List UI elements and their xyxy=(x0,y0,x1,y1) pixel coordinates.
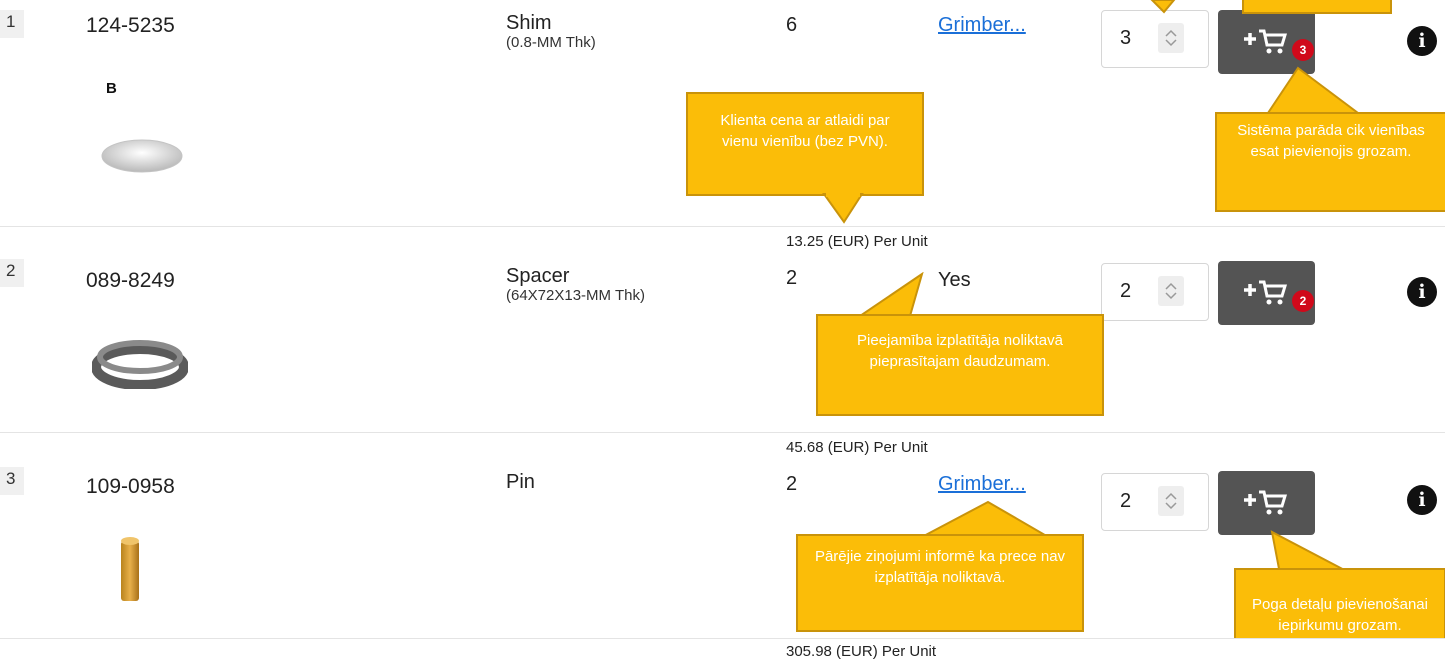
availability-status: Yes xyxy=(938,269,971,291)
row-index: 1 xyxy=(0,10,24,38)
add-to-cart-button[interactable]: 2 xyxy=(1218,261,1315,325)
required-qty: 6 xyxy=(786,14,798,36)
cart-callout-pointer xyxy=(1264,66,1365,117)
cart-count-callout: Sistēma parāda cik vienības esat pievien… xyxy=(1215,112,1445,212)
part-name: Shim xyxy=(506,12,552,34)
price-row: 45.68 (EUR) Per Unit xyxy=(0,432,1445,459)
image-label: B xyxy=(106,80,117,97)
quantity-stepper[interactable]: 3 xyxy=(1101,10,1209,68)
row-index: 2 xyxy=(0,259,24,287)
shim-image xyxy=(101,139,183,173)
price-callout-pointer xyxy=(822,192,864,224)
callout-pointer-top xyxy=(1150,0,1176,14)
part-spec: (0.8-MM Thk) xyxy=(506,34,596,51)
info-icon[interactable]: i xyxy=(1407,277,1437,307)
price-row: 13.25 (EUR) Per Unit xyxy=(0,226,1445,253)
part-description: Pin xyxy=(506,471,535,493)
add-to-cart-button[interactable]: 3 xyxy=(1218,10,1315,74)
unit-price: 305.98 (EUR) Per Unit xyxy=(786,643,937,660)
info-icon[interactable]: i xyxy=(1407,26,1437,56)
part-number: 089-8249 xyxy=(86,269,175,292)
spacer-image xyxy=(92,340,188,389)
quantity-stepper[interactable]: 2 xyxy=(1101,473,1209,531)
part-number: 124-5235 xyxy=(86,14,175,37)
pin-image xyxy=(121,537,139,601)
info-icon[interactable]: i xyxy=(1407,485,1437,515)
add-to-cart-button[interactable] xyxy=(1218,471,1315,535)
row-index: 3 xyxy=(0,467,24,495)
quantity-value: 2 xyxy=(1120,280,1132,302)
part-description: Shim (0.8-MM Thk) xyxy=(506,12,596,52)
unit-price: 45.68 (EUR) Per Unit xyxy=(786,439,928,456)
availability-link[interactable]: Grimber... xyxy=(938,473,1026,496)
stepper-arrows-icon[interactable] xyxy=(1158,276,1184,306)
price-row: 305.98 (EUR) Per Unit xyxy=(0,638,1445,665)
part-number: 109-0958 xyxy=(86,475,175,498)
quantity-value: 3 xyxy=(1120,27,1132,49)
cart-plus-icon xyxy=(1244,280,1288,305)
part-name: Pin xyxy=(506,471,535,493)
stock-callout: Pieejamība izplatītāja noliktavā piepras… xyxy=(816,314,1104,416)
part-name: Spacer xyxy=(506,265,570,287)
cart-plus-icon xyxy=(1244,29,1288,54)
required-qty: 2 xyxy=(786,473,798,495)
cart-count-badge: 3 xyxy=(1292,39,1314,61)
unit-price: 13.25 (EUR) Per Unit xyxy=(786,233,928,250)
stepper-arrows-icon[interactable] xyxy=(1158,486,1184,516)
cart-plus-icon xyxy=(1244,490,1288,515)
stock-callout-pointer xyxy=(856,272,924,317)
required-qty: 2 xyxy=(786,267,798,289)
availability-link[interactable]: Grimber... xyxy=(938,14,1026,37)
callout-top-partial xyxy=(1242,0,1392,14)
other-messages-callout: Pārējie ziņojumi informē ka prece nav iz… xyxy=(796,534,1084,632)
part-spec: (64X72X13-MM Thk) xyxy=(506,287,645,304)
cart-count-badge: 2 xyxy=(1292,290,1314,312)
quantity-stepper[interactable]: 2 xyxy=(1101,263,1209,321)
part-description: Spacer (64X72X13-MM Thk) xyxy=(506,265,645,305)
quantity-value: 2 xyxy=(1120,490,1132,512)
price-callout: Klienta cena ar atlaidi par vienu vienīb… xyxy=(686,92,924,196)
stepper-arrows-icon[interactable] xyxy=(1158,23,1184,53)
